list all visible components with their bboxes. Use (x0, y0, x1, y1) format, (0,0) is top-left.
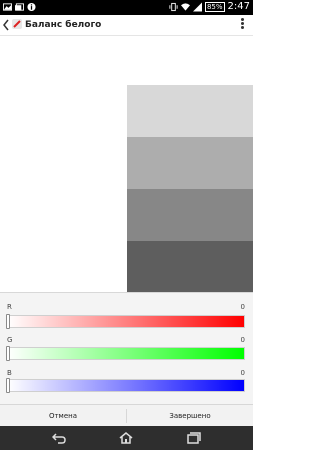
r-slider[interactable] (7, 315, 245, 328)
white-preview-area (0, 36, 127, 292)
gray-swatch (127, 189, 253, 241)
clock: 2:47 (227, 1, 250, 12)
g-value: 0 (240, 336, 245, 344)
vibrate-icon (169, 2, 178, 12)
b-label: B (7, 369, 12, 377)
gray-swatches (127, 36, 253, 293)
signal-icon (192, 2, 202, 12)
g-label: G (7, 336, 13, 344)
gray-swatch (127, 241, 253, 293)
b-value: 0 (240, 369, 245, 377)
overflow-menu-icon[interactable] (241, 18, 245, 32)
status-bar: 85% 2:47 (0, 0, 253, 15)
info-notification-icon (27, 2, 36, 12)
wifi-icon (180, 3, 190, 11)
back-chevron-icon[interactable] (3, 19, 9, 31)
image-notification-icon (3, 3, 12, 11)
g-slider[interactable] (7, 347, 245, 360)
home-icon[interactable] (119, 432, 133, 444)
b-slider-thumb[interactable] (6, 378, 10, 393)
white-balance-app-icon (12, 19, 22, 29)
page-title: Баланс белого (25, 20, 102, 30)
done-button[interactable]: Завершено (127, 405, 253, 427)
gray-swatch (127, 137, 253, 189)
r-slider-thumb[interactable] (6, 314, 10, 329)
cancel-button[interactable]: Отмена (0, 405, 126, 427)
color-controls: R 0 G 0 B 0 (0, 292, 253, 405)
dialog-buttons: Отмена Завершено (0, 404, 253, 427)
b-slider[interactable] (7, 379, 245, 392)
g-slider-thumb[interactable] (6, 346, 10, 361)
recent-apps-icon[interactable] (187, 432, 201, 444)
action-bar: Баланс белого (0, 15, 253, 36)
r-label: R (7, 303, 12, 311)
navigation-bar (0, 426, 253, 450)
battery-indicator: 85% (204, 2, 225, 12)
gray-swatch (127, 85, 253, 137)
back-icon[interactable] (52, 432, 66, 444)
gallery-notification-icon (15, 3, 24, 11)
r-value: 0 (240, 303, 245, 311)
